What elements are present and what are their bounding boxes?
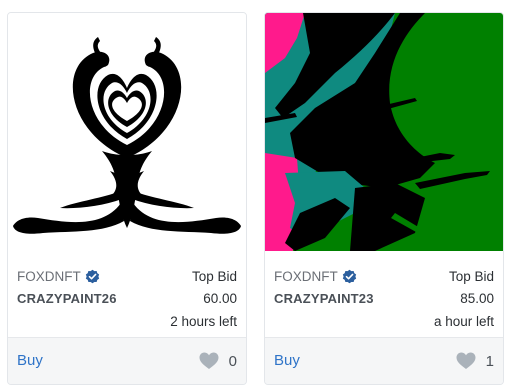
nft-artwork-image[interactable] [265, 13, 503, 251]
time-left: 2 hours left [170, 314, 237, 329]
buy-button[interactable]: Buy [17, 352, 43, 369]
like-count: 0 [228, 352, 237, 370]
nft-card[interactable]: FOXDNFT CRAZYPAINT23 Top Bid 85.00 a hou… [264, 12, 504, 385]
like-button[interactable]: 1 [456, 351, 494, 371]
top-bid-label: Top Bid [448, 269, 494, 284]
heart-icon [456, 352, 476, 369]
top-bid-value: 85.00 [460, 291, 494, 306]
time-left: a hour left [433, 314, 494, 329]
nft-artwork-image[interactable] [8, 13, 246, 251]
card-footer: Buy 0 [8, 337, 246, 384]
collection-name[interactable]: FOXDNFT [17, 269, 100, 285]
heart-icon [199, 352, 219, 369]
nft-card-info: FOXDNFT CRAZYPAINT26 Top Bid 60.00 2 hou… [8, 251, 246, 337]
collection-name[interactable]: FOXDNFT [274, 269, 357, 285]
nft-card[interactable]: FOXDNFT CRAZYPAINT26 Top Bid 60.00 2 hou… [7, 12, 247, 385]
collection-label: FOXDNFT [17, 269, 81, 284]
collection-label: FOXDNFT [274, 269, 338, 284]
nft-name[interactable]: CRAZYPAINT23 [274, 291, 374, 306]
buy-button[interactable]: Buy [274, 352, 300, 369]
verified-badge-icon [85, 269, 99, 284]
top-bid-value: 60.00 [203, 291, 237, 306]
top-bid-label: Top Bid [191, 269, 237, 284]
nft-card-info: FOXDNFT CRAZYPAINT23 Top Bid 85.00 a hou… [265, 251, 503, 337]
nft-name[interactable]: CRAZYPAINT26 [17, 291, 117, 306]
verified-badge-icon [342, 269, 356, 284]
like-button[interactable]: 0 [199, 351, 237, 371]
card-footer: Buy 1 [265, 337, 503, 384]
like-count: 1 [485, 352, 494, 370]
